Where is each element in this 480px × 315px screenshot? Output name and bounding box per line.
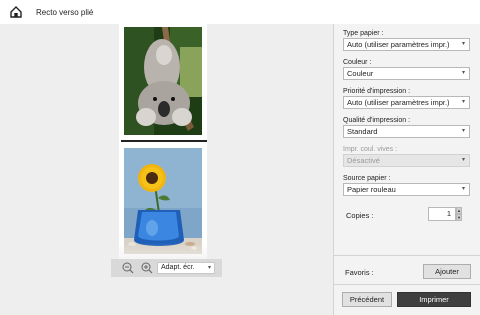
print-quality-label: Qualité d'impression : [343,117,411,124]
fold-line [121,140,207,142]
paper-source-label: Source papier : [343,175,391,182]
print-priority-value: Auto (utiliser paramètres impr.) [347,98,450,107]
chevron-down-icon: ▾ [461,41,465,47]
print-quality-value: Standard [347,127,378,136]
koala-photo [124,27,202,135]
zoom-fit-value: Adapt. écr. [161,264,195,271]
window-title: Recto verso plié [36,8,94,17]
copies-input[interactable]: 1 [428,207,456,221]
paper-type-label: Type papier : [343,30,384,37]
copies-label: Copies : [346,211,374,220]
print-priority-label: Priorité d'impression : [343,88,411,95]
chevron-down-icon: ▾ [461,157,465,163]
color-select[interactable]: Couleur ▾ [343,67,470,80]
paper-source-value: Papier rouleau [347,185,396,194]
divider [334,255,480,256]
copies-increment-button[interactable]: ▲ [456,207,462,214]
favorites-label: Favoris : [345,268,374,277]
chevron-down-icon: ▾ [461,186,465,192]
settings-panel: Type papier : Auto (utiliser paramètres … [333,24,480,315]
print-priority-select[interactable]: Auto (utiliser paramètres impr.) ▾ [343,96,470,109]
zoom-fit-select[interactable]: Adapt. écr. ▾ [157,262,215,274]
zoom-toolbar: Adapt. écr. ▾ [111,259,222,277]
color-value: Couleur [347,69,374,78]
zoom-out-icon[interactable] [121,261,135,275]
copies-decrement-button[interactable]: ▼ [456,214,462,221]
add-favorite-button[interactable]: Ajouter [423,264,471,279]
chevron-down-icon: ▾ [461,128,465,134]
paper-type-value: Auto (utiliser paramètres impr.) [347,40,450,49]
chevron-down-icon: ▾ [461,70,465,76]
home-icon[interactable] [10,6,22,18]
vivid-color-label: Impr. coul. vives : [343,146,398,153]
chevron-down-icon: ▾ [207,265,211,271]
vivid-color-select: Désactivé ▾ [343,154,470,167]
print-quality-select[interactable]: Standard ▾ [343,125,470,138]
sunflower-vase-photo [124,148,202,254]
chevron-down-icon: ▾ [461,99,465,105]
zoom-in-icon[interactable] [140,261,154,275]
previous-button[interactable]: Précédent [342,292,392,307]
paper-type-select[interactable]: Auto (utiliser paramètres impr.) ▾ [343,38,470,51]
divider [334,284,480,285]
vivid-color-value: Désactivé [347,156,380,165]
color-label: Couleur : [343,59,372,66]
print-button[interactable]: Imprimer [397,292,471,307]
title-bar: Recto verso plié [0,0,480,24]
paper-source-select[interactable]: Papier rouleau ▾ [343,183,470,196]
